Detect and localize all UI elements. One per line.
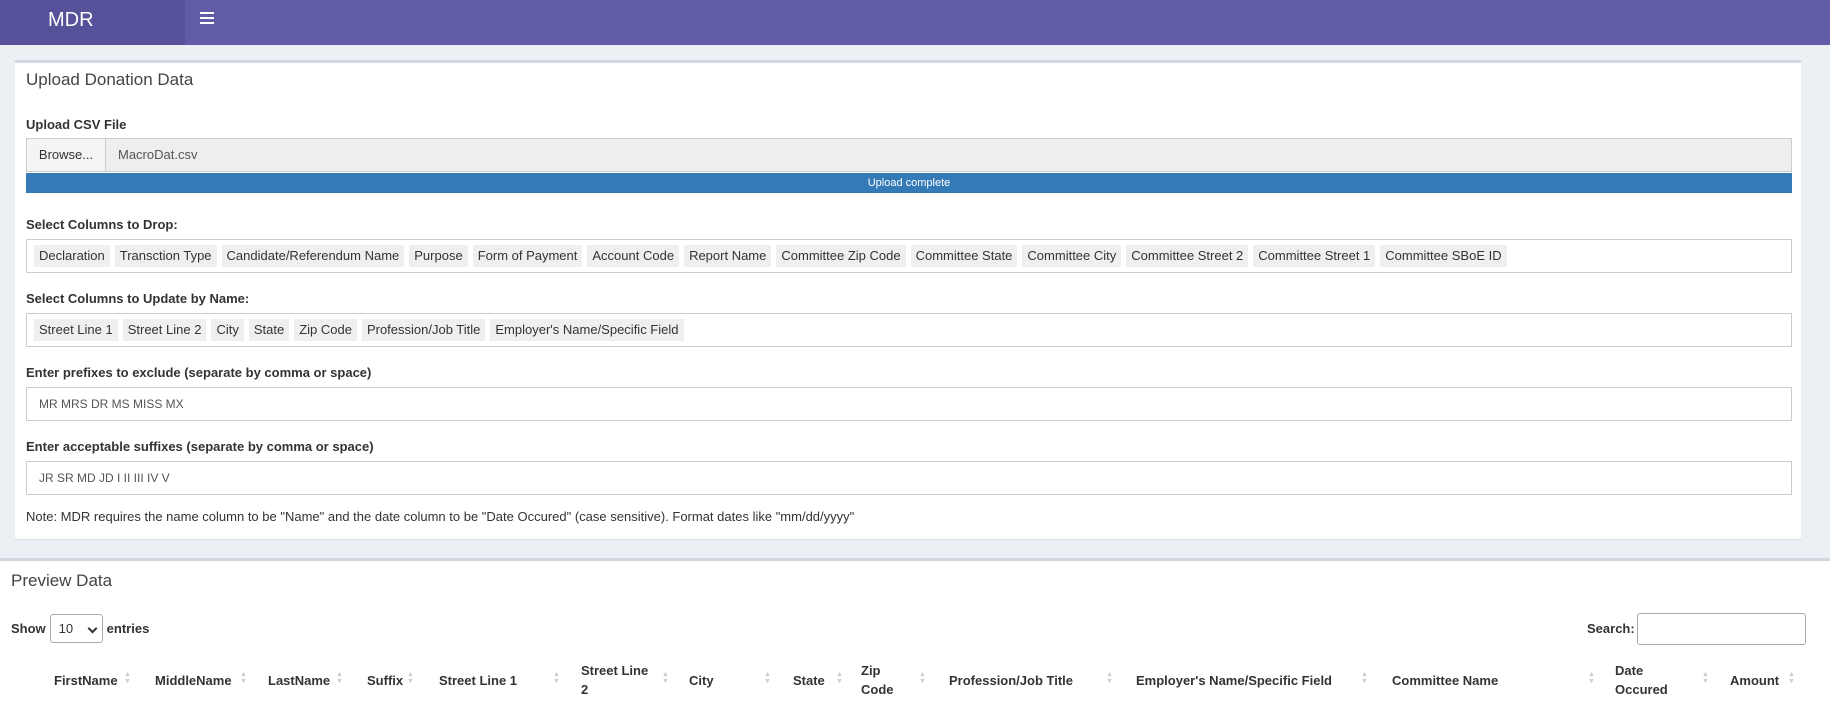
entries-label: entries — [106, 621, 150, 636]
upload-progress-bar: Upload complete — [26, 173, 1792, 193]
selected-column-chip[interactable]: City — [211, 319, 244, 341]
preview-box: Preview Data Show 10 entries Search: Fir… — [0, 558, 1830, 718]
selected-column-chip[interactable]: Committee State — [910, 245, 1018, 267]
update-columns-select[interactable]: Street Line 1 Street Line 2 City State Zip C… — [26, 313, 1792, 347]
search-label: Search: — [1587, 621, 1635, 636]
selected-column-chip[interactable]: Purpose — [409, 245, 468, 267]
sort-icon[interactable]: ▲ ▼ — [836, 671, 844, 685]
selected-column-chip[interactable]: Committee Street 1 — [1253, 245, 1376, 267]
sort-icon[interactable]: ▲ ▼ — [407, 671, 415, 685]
entries-control: Show 10 entries — [11, 614, 149, 643]
selected-column-chip[interactable]: Profession/Job Title — [361, 319, 486, 341]
selected-column-chip[interactable]: Form of Payment — [472, 245, 583, 267]
sort-icon[interactable]: ▲ ▼ — [662, 671, 670, 685]
search-input[interactable] — [1637, 613, 1806, 645]
col-header-profession[interactable]: Profession/Job Title — [949, 671, 1073, 690]
selected-column-chip[interactable]: Report Name — [684, 245, 772, 267]
selected-column-chip[interactable]: Employer's Name/Specific Field — [490, 319, 684, 341]
top-navbar: MDR — [0, 0, 1830, 45]
csv-label: Upload CSV File — [26, 117, 127, 132]
selected-column-chip[interactable]: Committee SBoE ID — [1380, 245, 1507, 267]
col-header-date-occured[interactable]: Date Occured — [1615, 661, 1675, 699]
sort-icon[interactable]: ▲ ▼ — [1106, 671, 1114, 685]
suffix-input[interactable]: JR SR MD JD I II III IV V — [26, 461, 1792, 495]
col-header-street-line-1[interactable]: Street Line 1 — [439, 671, 517, 690]
chevron-down-icon — [87, 623, 98, 634]
selected-column-chip[interactable]: Committee Street 2 — [1126, 245, 1249, 267]
sort-icon[interactable]: ▲ ▼ — [1361, 671, 1369, 685]
col-header-street-line-2[interactable]: Street Line 2 — [581, 661, 657, 699]
progress-fill: Upload complete — [26, 173, 1792, 193]
upload-box: Upload Donation Data Upload CSV File Bro… — [15, 60, 1801, 539]
update-columns-label: Select Columns to Update by Name: — [26, 291, 250, 306]
selected-column-chip[interactable]: Transction Type — [114, 245, 217, 267]
selected-column-chip[interactable]: Committee Zip Code — [776, 245, 906, 267]
sort-icon[interactable]: ▲ ▼ — [919, 671, 927, 685]
sort-icon[interactable]: ▲ ▼ — [1702, 671, 1710, 685]
box-title: Upload Donation Data — [26, 70, 194, 89]
entries-value: 10 — [58, 621, 74, 636]
selected-column-chip[interactable]: State — [248, 319, 290, 341]
sort-icon[interactable]: ▲ ▼ — [240, 671, 248, 685]
entries-select[interactable]: 10 — [49, 614, 103, 643]
selected-column-chip[interactable]: Zip Code — [294, 319, 357, 341]
col-header-firstname[interactable]: FirstName — [54, 671, 118, 690]
suffix-label: Enter acceptable suffixes (separate by c… — [26, 439, 374, 454]
sort-icon[interactable]: ▲ ▼ — [764, 671, 772, 685]
hamburger-icon[interactable] — [200, 12, 214, 26]
prefix-label: Enter prefixes to exclude (separate by c… — [26, 365, 372, 380]
col-header-employer[interactable]: Employer's Name/Specific Field — [1136, 671, 1332, 690]
drop-columns-select[interactable]: Declaration Transction Type Candidate/Refe… — [26, 239, 1792, 273]
file-name: MacroDat.csv — [118, 147, 198, 162]
format-note: Note: MDR requires the name column to be… — [26, 509, 855, 524]
drop-columns-label: Select Columns to Drop: — [26, 217, 178, 232]
col-header-amount[interactable]: Amount — [1730, 671, 1779, 690]
selected-column-chip[interactable]: Declaration — [34, 245, 110, 267]
box-title: Preview Data — [11, 571, 113, 590]
sort-icon[interactable]: ▲ ▼ — [1588, 671, 1596, 685]
selected-column-chip[interactable]: Candidate/Referendum Name — [221, 245, 405, 267]
col-header-lastname[interactable]: LastName — [268, 671, 330, 690]
file-input[interactable]: Browse... MacroDat.csv — [26, 138, 1792, 172]
col-header-state[interactable]: State — [793, 671, 825, 690]
sort-icon[interactable]: ▲ ▼ — [1788, 671, 1796, 685]
sort-icon[interactable]: ▲ ▼ — [553, 671, 561, 685]
sort-icon[interactable]: ▲ ▼ — [336, 671, 344, 685]
browse-button[interactable]: Browse... — [27, 139, 106, 171]
selected-column-chip[interactable]: Street Line 2 — [122, 319, 207, 341]
col-header-middlename[interactable]: MiddleName — [155, 671, 232, 690]
col-header-committee-name[interactable]: Committee Name — [1392, 671, 1498, 690]
sort-icon[interactable]: ▲ ▼ — [124, 671, 132, 685]
selected-column-chip[interactable]: Committee City — [1022, 245, 1122, 267]
col-header-suffix[interactable]: Suffix — [367, 671, 403, 690]
selected-column-chip[interactable]: Account Code — [587, 245, 680, 267]
col-header-zip-code[interactable]: Zip Code — [861, 661, 901, 699]
show-label: Show — [11, 621, 46, 636]
app-brand[interactable]: MDR — [0, 0, 185, 45]
prefix-input[interactable]: MR MRS DR MS MISS MX — [26, 387, 1792, 421]
col-header-city[interactable]: City — [689, 671, 714, 690]
selected-column-chip[interactable]: Street Line 1 — [34, 319, 118, 341]
